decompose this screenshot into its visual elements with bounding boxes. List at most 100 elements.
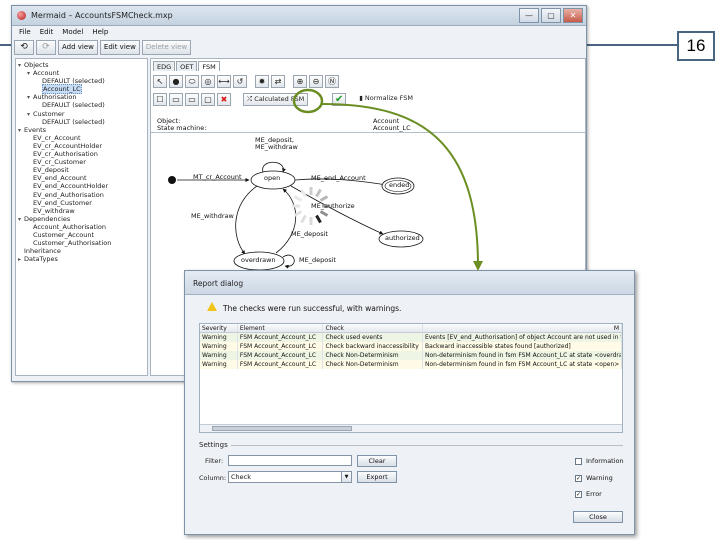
edit-view-button[interactable]: Edit view bbox=[99, 40, 140, 55]
tree-item[interactable]: ▾ Authorisation bbox=[18, 93, 147, 101]
overdraw-transition[interactable] bbox=[235, 185, 258, 255]
tree-item[interactable]: ▾ Customer bbox=[18, 110, 147, 118]
tree-item[interactable]: Inheritance bbox=[18, 247, 147, 255]
table-header: Severity Element Check M bbox=[200, 324, 622, 333]
tree-item-label: DEFAULT (selected) bbox=[42, 117, 105, 126]
tree-item-label: DataTypes bbox=[24, 255, 58, 264]
error-label: Error bbox=[586, 490, 602, 498]
tree-item-label: Dependencies bbox=[24, 214, 71, 223]
tree-item-label: Inheritance bbox=[24, 247, 61, 256]
table-row[interactable]: Warning FSM Account_Account_LC Check Non-D… bbox=[200, 351, 622, 360]
slide-number: 16 bbox=[677, 31, 715, 61]
menu-model[interactable]: Model bbox=[59, 27, 89, 39]
error-checkbox[interactable]: ✓ bbox=[575, 490, 582, 498]
open-loop-transition[interactable] bbox=[262, 161, 286, 173]
repay-transition[interactable] bbox=[275, 188, 297, 254]
warning-checkbox[interactable]: ✓ bbox=[575, 474, 582, 482]
tree-item[interactable]: ▾ Dependencies bbox=[18, 215, 147, 223]
warning-label: Warning bbox=[586, 474, 613, 482]
tree-item[interactable]: EV_end_Customer bbox=[18, 199, 147, 207]
tree-item-label: EV_end_Account bbox=[33, 174, 87, 183]
tree-item[interactable]: ▸ DataTypes bbox=[18, 255, 147, 263]
overdrawn-loop-transition[interactable] bbox=[282, 254, 295, 269]
column-select[interactable]: Check ▼ bbox=[228, 471, 352, 483]
table-row[interactable]: Warning FSM Account_Account_LC Check Non-D… bbox=[200, 360, 622, 369]
column-message[interactable]: M bbox=[423, 324, 622, 332]
table-cell: Check backward inaccessibility bbox=[323, 342, 423, 351]
column-severity[interactable]: Severity bbox=[200, 324, 238, 332]
tree-item[interactable]: Customer_Authorisation bbox=[18, 239, 147, 247]
information-checkbox[interactable] bbox=[575, 457, 582, 465]
main-toolbar: ⟲ ⟳ Add view Edit view Delete view bbox=[14, 40, 192, 56]
maximize-button[interactable]: ▢ bbox=[541, 8, 561, 23]
settings-label: Settings bbox=[199, 441, 228, 449]
redo-button[interactable]: ⟳ bbox=[36, 40, 56, 55]
table-cell: Non-determinism found in fsm FSM Account… bbox=[424, 351, 622, 360]
close-dialog-button[interactable]: Close bbox=[573, 511, 623, 523]
state-authorized-label: authorized bbox=[385, 234, 420, 242]
table-horizontal-scrollbar[interactable] bbox=[200, 424, 622, 432]
tree-item[interactable]: EV_end_AccountHolder bbox=[18, 182, 147, 190]
tree-item-label: DEFAULT (selected) bbox=[42, 101, 105, 110]
add-view-button[interactable]: Add view bbox=[58, 40, 98, 55]
warning-toggle[interactable]: ✓ Warning bbox=[575, 474, 613, 482]
tree-item[interactable]: EV_deposit bbox=[18, 166, 147, 174]
column-check[interactable]: Check bbox=[323, 324, 423, 332]
tree-item-label: Customer_Account bbox=[33, 230, 95, 239]
open-loop-label: ME_deposit, ME_withdraw bbox=[255, 136, 298, 151]
tree-item[interactable]: EV_cr_AccountHolder bbox=[18, 142, 147, 150]
tree-item[interactable]: EV_cr_Account bbox=[18, 134, 147, 142]
tree-item-label: EV_withdraw bbox=[33, 206, 75, 215]
tree-item[interactable]: EV_cr_Customer bbox=[18, 158, 147, 166]
table-cell: Warning bbox=[200, 351, 238, 360]
tree-item[interactable]: ▾ Events bbox=[18, 126, 147, 134]
menu-edit[interactable]: Edit bbox=[37, 27, 60, 39]
repay-label: ME_deposit bbox=[291, 230, 328, 238]
tree-item[interactable]: Customer_Account bbox=[18, 231, 147, 239]
state-overdrawn-label: overdrawn bbox=[241, 256, 276, 264]
tree-item[interactable]: EV_end_Authorisation bbox=[18, 191, 147, 199]
delete-view-button[interactable]: Delete view bbox=[141, 40, 192, 55]
create-label: MT_cr_Account bbox=[193, 173, 242, 181]
clear-button[interactable]: Clear bbox=[357, 455, 397, 467]
information-toggle[interactable]: Information bbox=[575, 457, 624, 465]
tree-item-label: EV_end_Authorisation bbox=[33, 190, 104, 199]
tree-item[interactable]: DEFAULT (selected) bbox=[18, 77, 147, 85]
table-body: Warning FSM Account_Account_LC Check used … bbox=[200, 333, 622, 369]
scrollbar-thumb[interactable] bbox=[212, 426, 352, 431]
model-tree[interactable]: ▾ Objects ▾ Account DEFAULT (selected) Accoun… bbox=[15, 58, 148, 376]
tree-item[interactable]: Account_LC bbox=[18, 84, 147, 95]
table-row[interactable]: Warning FSM Account_Account_LC Check used … bbox=[200, 333, 622, 342]
filter-label: Filter: bbox=[205, 457, 224, 465]
tree-item[interactable]: EV_withdraw bbox=[18, 207, 147, 215]
tree-item[interactable]: ▾ Account bbox=[18, 69, 147, 77]
tree-item[interactable]: DEFAULT (selected) bbox=[18, 118, 147, 126]
report-table[interactable]: Severity Element Check M Warning FSM Acco… bbox=[199, 323, 623, 433]
export-button[interactable]: Export bbox=[357, 471, 397, 483]
window-title: Mermaid – AccountsFSMCheck.mxp bbox=[31, 11, 173, 20]
table-row[interactable]: Warning FSM Account_Account_LC Check backw… bbox=[200, 342, 622, 351]
initial-state-node[interactable] bbox=[168, 176, 176, 184]
tree-item-label: EV_cr_Account bbox=[33, 133, 81, 142]
table-cell: Warning bbox=[200, 333, 238, 342]
error-toggle[interactable]: ✓ Error bbox=[575, 490, 602, 498]
menu-file[interactable]: File bbox=[16, 27, 37, 39]
close-button[interactable]: ✕ bbox=[563, 8, 583, 23]
undo-button[interactable]: ⟲ bbox=[14, 40, 34, 55]
tree-item-label: EV_deposit bbox=[33, 166, 69, 175]
filter-input[interactable] bbox=[228, 455, 352, 466]
tree-item-label: EV_cr_Customer bbox=[33, 158, 86, 167]
tree-item-label: EV_end_AccountHolder bbox=[33, 182, 109, 191]
menu-help[interactable]: Help bbox=[89, 27, 114, 39]
tree-item[interactable]: ▾ Objects bbox=[18, 61, 147, 69]
report-dialog: Report dialog The checks were run succes… bbox=[184, 270, 635, 535]
tree-item[interactable]: Account_Authorisation bbox=[18, 223, 147, 231]
table-cell: Backward inaccessible states found [auth… bbox=[423, 342, 622, 351]
tree-item[interactable]: EV_cr_Authorisation bbox=[18, 150, 147, 158]
tree-item[interactable]: EV_end_Account bbox=[18, 174, 147, 182]
end-label: ME_end_Account bbox=[311, 174, 366, 182]
column-element[interactable]: Element bbox=[238, 324, 324, 332]
information-label: Information bbox=[586, 457, 624, 465]
minimize-button[interactable]: — bbox=[519, 8, 539, 23]
tree-item[interactable]: DEFAULT (selected) bbox=[18, 101, 147, 109]
